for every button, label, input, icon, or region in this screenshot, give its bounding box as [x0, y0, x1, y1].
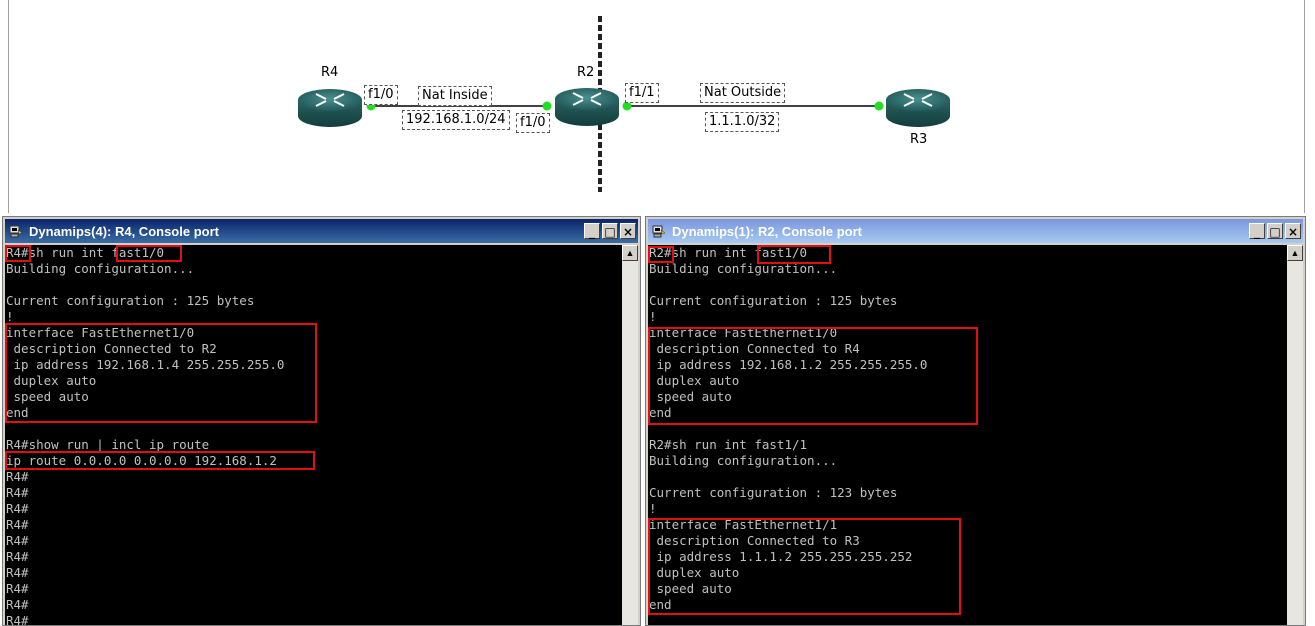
console-window-r4[interactable]: Dynamips(4): R4, Console port _ □ × R4#s…: [2, 216, 641, 626]
highlight-interface-config-f1-1: [648, 518, 961, 615]
minimize-button[interactable]: _: [1249, 223, 1265, 239]
router-r2-icon[interactable]: [555, 88, 619, 126]
console-line: !: [649, 309, 657, 324]
outside-network-label: 1.1.1.0/32: [705, 112, 780, 132]
interface-label-r2-f1-0: f1/0: [516, 113, 550, 133]
console-line: R4#: [6, 613, 29, 625]
console-line: R4#: [6, 565, 29, 580]
console-line: R4#: [6, 597, 29, 612]
minimize-button[interactable]: _: [584, 223, 600, 239]
inside-network-label: 192.168.1.0/24: [402, 110, 510, 130]
title-bar[interactable]: Dynamips(1): R2, Console port _ □ ×: [648, 219, 1303, 243]
console-line: R4#: [6, 517, 29, 532]
router-label-r4: R4: [321, 65, 339, 80]
console-line: R4#: [6, 533, 29, 548]
nat-inside-label: Nat Inside: [418, 86, 492, 106]
console-line: R2#sh run int fast1/1: [649, 437, 808, 452]
interface-label-r2-f1-1: f1/1: [625, 83, 659, 103]
highlight-interface-arg: [757, 245, 831, 264]
router-r3-icon[interactable]: [886, 89, 950, 127]
window-title: Dynamips(1): R2, Console port: [672, 223, 862, 239]
console-line: Building configuration...: [649, 453, 838, 468]
console-window-r2[interactable]: Dynamips(1): R2, Console port _ □ × R2#s…: [645, 216, 1306, 626]
console-line: R4#: [6, 485, 29, 500]
title-bar[interactable]: Dynamips(4): R4, Console port _ □ ×: [5, 219, 638, 243]
window-title: Dynamips(4): R4, Console port: [29, 223, 219, 239]
topology-diagram: [298, 16, 950, 192]
console-line: Building configuration...: [6, 261, 195, 276]
console-terminal[interactable]: R4#sh run int fast1/0 Building configurat…: [5, 245, 622, 625]
console-scrollbar[interactable]: ▲: [1287, 245, 1303, 625]
console-line: Current configuration : 125 bytes: [6, 293, 255, 308]
maximize-button[interactable]: □: [602, 223, 618, 239]
console-terminal[interactable]: R2#sh run int fast1/0 Building configurat…: [648, 245, 1287, 625]
close-button[interactable]: ×: [1285, 223, 1301, 239]
topology-canvas[interactable]: R4 R2 R3 f1/0 Nat Inside 192.168.1.0/24 …: [0, 0, 1315, 213]
highlight-prompt: [648, 246, 674, 263]
highlight-interface-arg: [116, 245, 182, 262]
scroll-up-arrow-icon[interactable]: ▲: [1287, 245, 1303, 261]
console-line: Current configuration : 125 bytes: [649, 293, 898, 308]
maximize-button[interactable]: □: [1267, 223, 1283, 239]
console-line: R4#: [6, 501, 29, 516]
highlight-ip-route: [5, 451, 315, 470]
link-status-dot: [874, 101, 884, 111]
scroll-up-arrow-icon[interactable]: ▲: [622, 245, 638, 261]
highlight-interface-config: [648, 327, 978, 425]
router-label-r3: R3: [910, 132, 928, 147]
console-scrollbar[interactable]: ▲: [622, 245, 638, 625]
highlight-interface-config: [5, 323, 317, 423]
highlight-prompt: [5, 245, 31, 262]
console-line: !: [649, 501, 657, 516]
console-line: Current configuration : 123 bytes: [649, 485, 898, 500]
putty-icon: [9, 225, 23, 238]
console-line: R4#: [6, 581, 29, 596]
console-line: R4#: [6, 549, 29, 564]
interface-label-r4-f1-0: f1/0: [364, 85, 398, 105]
router-label-r2: R2: [577, 65, 595, 80]
router-r4-icon[interactable]: [298, 89, 362, 127]
nat-outside-label: Nat Outside: [700, 83, 786, 103]
console-output: R4#sh run int fast1/0 Building configurat…: [6, 245, 284, 625]
link-status-dot: [542, 101, 552, 111]
console-line: R4#: [6, 469, 29, 484]
close-button[interactable]: ×: [620, 223, 636, 239]
putty-icon: [652, 225, 666, 238]
